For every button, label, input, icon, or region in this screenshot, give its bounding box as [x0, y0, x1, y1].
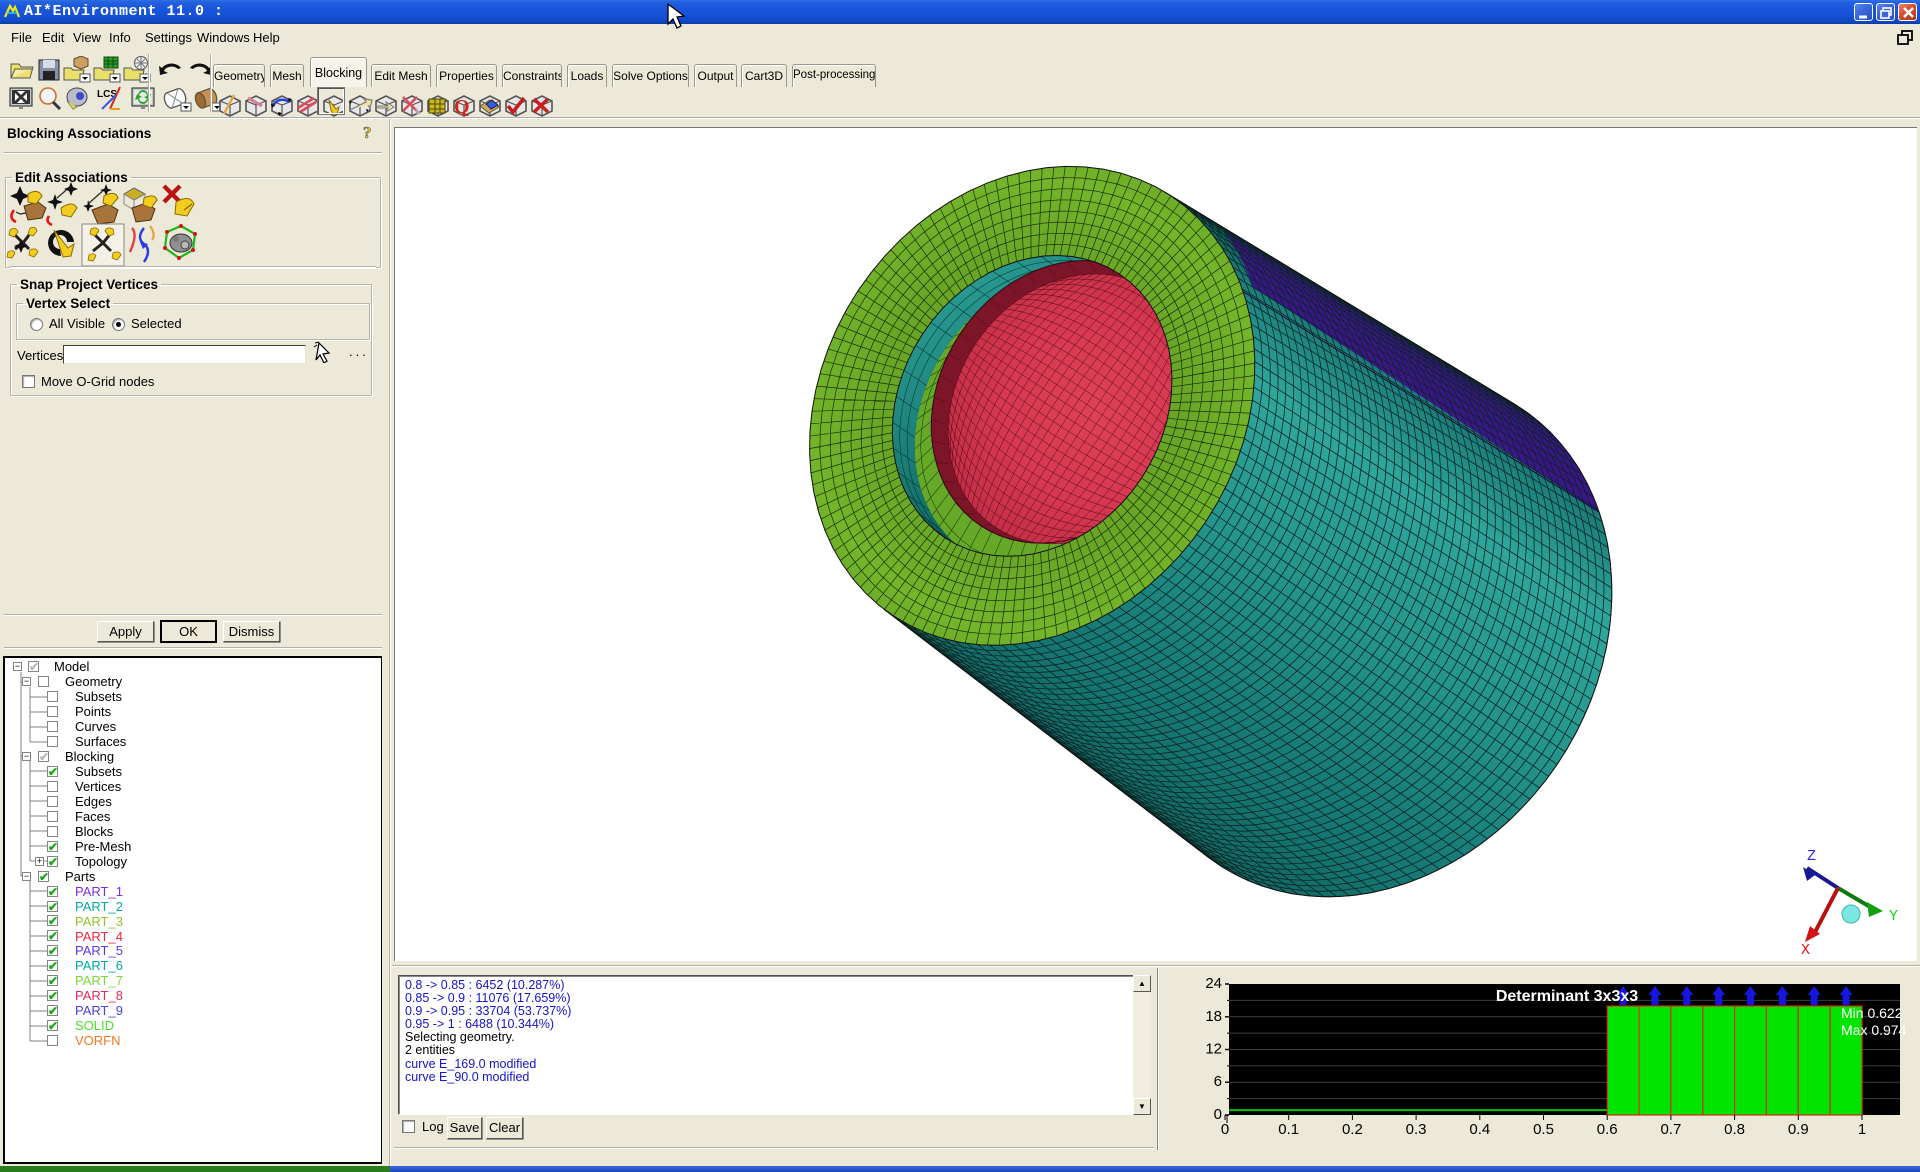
svg-text:Q: Q	[454, 96, 470, 118]
svg-text:0.1: 0.1	[1278, 1121, 1299, 1138]
svg-text:0.8: 0.8	[1724, 1121, 1745, 1138]
svg-text:?: ?	[363, 123, 372, 142]
svg-text:0.4: 0.4	[1469, 1121, 1490, 1138]
svg-text:Y: Y	[1889, 908, 1898, 925]
svg-text:0: 0	[1221, 1121, 1229, 1138]
svg-text:0.3: 0.3	[1406, 1121, 1427, 1138]
svg-text:0.6: 0.6	[1597, 1121, 1618, 1138]
svg-text:Min 0.622: Min 0.622	[1841, 1005, 1903, 1021]
svg-text:Max 0.974: Max 0.974	[1841, 1022, 1907, 1038]
svg-text:6: 6	[1214, 1073, 1222, 1090]
svg-text:0.9: 0.9	[1788, 1121, 1809, 1138]
svg-text:X: X	[1801, 942, 1810, 959]
svg-text:0.7: 0.7	[1660, 1121, 1681, 1138]
svg-text:12: 12	[1205, 1041, 1222, 1058]
svg-text:Determinant 3x3x3: Determinant 3x3x3	[1496, 988, 1638, 1005]
svg-text:24: 24	[1205, 975, 1222, 992]
svg-text:0.5: 0.5	[1533, 1121, 1554, 1138]
svg-text:0.2: 0.2	[1342, 1121, 1363, 1138]
svg-text:18: 18	[1205, 1008, 1222, 1025]
svg-text:Z: Z	[1807, 848, 1816, 865]
svg-text:1: 1	[1858, 1121, 1866, 1138]
